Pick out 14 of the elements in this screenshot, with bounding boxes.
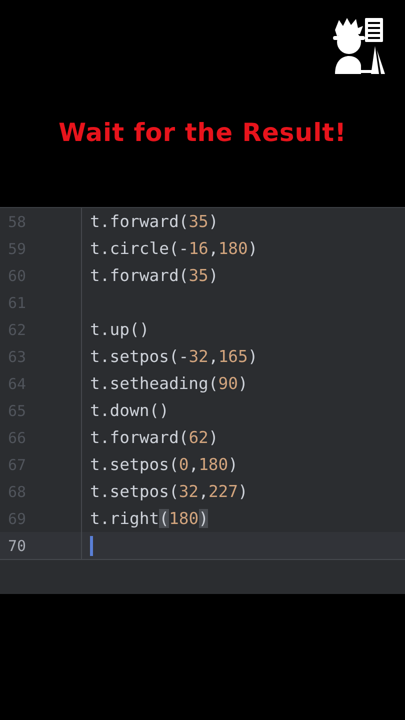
line-number: 70 — [8, 536, 26, 554]
code-line: t.setheading(90) — [90, 374, 248, 393]
code-line: t.down() — [90, 401, 169, 420]
code-line: t.setpos(32,227) — [90, 482, 248, 501]
code-line: t.circle(-16,180) — [90, 239, 258, 258]
video-title: Wait for the Result! — [58, 118, 347, 147]
code-line: t.forward(35) — [90, 266, 218, 285]
code-line: t.forward(35) — [90, 212, 218, 231]
code-line: t.up() — [90, 320, 150, 339]
code-line: t.forward(62) — [90, 428, 218, 447]
code-line: t.setpos(-32,165) — [90, 347, 258, 366]
code-line: t.setpos(0,180) — [90, 455, 238, 474]
text-cursor — [90, 536, 93, 556]
code-line: t.right(180) — [90, 509, 208, 528]
